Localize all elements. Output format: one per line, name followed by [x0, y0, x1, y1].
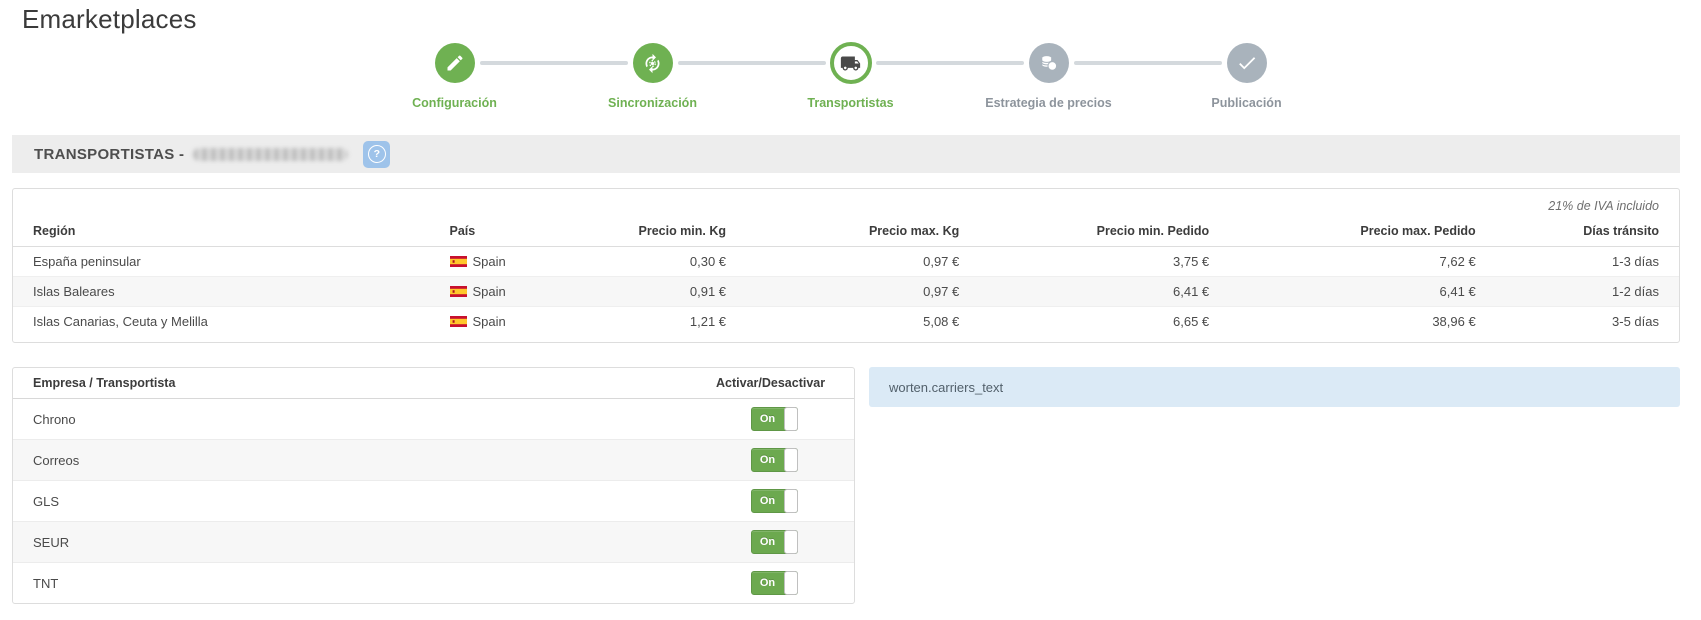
spain-flag-icon [450, 256, 467, 267]
step-transportistas[interactable]: Transportistas [752, 41, 950, 110]
cell-max-order: 38,96 € [1229, 307, 1496, 337]
carrier-toggle-cell: On [694, 481, 854, 522]
carrier-toggle-cell: On [694, 563, 854, 604]
cell-min-kg: 0,91 € [563, 277, 746, 307]
cell-min-order: 3,75 € [979, 247, 1229, 277]
section-header: TRANSPORTISTAS - ? [12, 135, 1680, 173]
toggle-knob [784, 571, 798, 595]
rates-table: Región País Precio min. Kg Precio max. K… [13, 217, 1679, 336]
truck-icon [830, 42, 872, 84]
help-button[interactable]: ? [363, 141, 390, 168]
cell-region: Islas Canarias, Ceuta y Melilla [13, 307, 430, 337]
cell-min-kg: 1,21 € [563, 307, 746, 337]
toggle-knob [784, 530, 798, 554]
carrier-toggle-cell: On [694, 399, 854, 440]
check-icon [1227, 43, 1267, 83]
carriers-panel: Empresa / Transportista Activar/Desactiv… [12, 367, 855, 604]
step-estrategia-de-precios[interactable]: Estrategia de precios [950, 41, 1148, 110]
col-pais: País [430, 217, 563, 247]
cell-transit: 1-3 días [1496, 247, 1679, 277]
col-dias-transito: Días tránsito [1496, 217, 1679, 247]
question-icon: ? [368, 145, 386, 163]
carrier-name: Correos [13, 440, 694, 481]
carrier-toggle-cell: On [694, 440, 854, 481]
spain-flag-icon [450, 286, 467, 297]
col-precio-min-kg: Precio min. Kg [563, 217, 746, 247]
col-precio-max-kg: Precio max. Kg [746, 217, 979, 247]
carrier-row: TNT On [13, 563, 854, 604]
col-activar-desactivar: Activar/Desactivar [694, 368, 854, 399]
carrier-name: GLS [13, 481, 694, 522]
toggle-on-label: On [752, 572, 783, 594]
redacted-shop-name [193, 148, 348, 161]
toggle-chrono[interactable]: On [751, 407, 798, 431]
cell-region: España peninsular [13, 247, 430, 277]
carrier-row: GLS On [13, 481, 854, 522]
step-publicacion[interactable]: Publicación [1148, 41, 1346, 110]
carrier-row: Correos On [13, 440, 854, 481]
step-label: Transportistas [807, 96, 893, 110]
step-label: Configuración [412, 96, 497, 110]
info-box-text: worten.carriers_text [889, 380, 1003, 395]
cell-min-order: 6,65 € [979, 307, 1229, 337]
table-row: Islas Canarias, Ceuta y Melilla Spain 1,… [13, 307, 1679, 337]
carriers-header-row: Empresa / Transportista Activar/Desactiv… [13, 368, 854, 399]
toggle-knob [784, 448, 798, 472]
page-title: Emarketplaces [22, 4, 1701, 35]
sync-icon [633, 43, 673, 83]
cell-country: Spain [430, 247, 563, 277]
table-row: Islas Baleares Spain 0,91 € 0,97 € 6,41 … [13, 277, 1679, 307]
col-precio-min-pedido: Precio min. Pedido [979, 217, 1229, 247]
toggle-knob [784, 489, 798, 513]
toggle-knob [784, 407, 798, 431]
col-region: Región [13, 217, 430, 247]
carrier-row: SEUR On [13, 522, 854, 563]
carrier-name: TNT [13, 563, 694, 604]
wizard-stepper: Configuración Sincronización Transportis… [356, 41, 1346, 110]
step-configuracion[interactable]: Configuración [356, 41, 554, 110]
section-title: TRANSPORTISTAS - [34, 146, 184, 163]
carrier-name: SEUR [13, 522, 694, 563]
cell-country: Spain [430, 307, 563, 337]
step-sincronizacion[interactable]: Sincronización [554, 41, 752, 110]
cell-region: Islas Baleares [13, 277, 430, 307]
rates-panel: 21% de IVA incluido Región País Precio m… [12, 188, 1680, 343]
cell-max-kg: 0,97 € [746, 247, 979, 277]
cell-country: Spain [430, 277, 563, 307]
iva-note: 21% de IVA incluido [13, 197, 1679, 217]
cell-transit: 1-2 días [1496, 277, 1679, 307]
cell-max-order: 6,41 € [1229, 277, 1496, 307]
col-empresa-transportista: Empresa / Transportista [13, 368, 694, 399]
cell-min-kg: 0,30 € [563, 247, 746, 277]
rates-header-row: Región País Precio min. Kg Precio max. K… [13, 217, 1679, 247]
step-label: Publicación [1211, 96, 1281, 110]
toggle-correos[interactable]: On [751, 448, 798, 472]
carrier-row: Chrono On [13, 399, 854, 440]
step-label: Estrategia de precios [985, 96, 1111, 110]
toggle-gls[interactable]: On [751, 489, 798, 513]
toggle-on-label: On [752, 408, 783, 430]
cell-max-order: 7,62 € [1229, 247, 1496, 277]
toggle-tnt[interactable]: On [751, 571, 798, 595]
cell-transit: 3-5 días [1496, 307, 1679, 337]
info-box: worten.carriers_text [869, 367, 1680, 407]
cell-max-kg: 0,97 € [746, 277, 979, 307]
step-label: Sincronización [608, 96, 697, 110]
pencil-icon [435, 43, 475, 83]
toggle-on-label: On [752, 449, 783, 471]
toggle-on-label: On [752, 531, 783, 553]
carrier-name: Chrono [13, 399, 694, 440]
carrier-toggle-cell: On [694, 522, 854, 563]
cell-min-order: 6,41 € [979, 277, 1229, 307]
coins-icon [1029, 43, 1069, 83]
col-precio-max-pedido: Precio max. Pedido [1229, 217, 1496, 247]
cell-max-kg: 5,08 € [746, 307, 979, 337]
toggle-on-label: On [752, 490, 783, 512]
carriers-table: Empresa / Transportista Activar/Desactiv… [13, 368, 854, 603]
spain-flag-icon [450, 316, 467, 327]
table-row: España peninsular Spain 0,30 € 0,97 € 3,… [13, 247, 1679, 277]
toggle-seur[interactable]: On [751, 530, 798, 554]
